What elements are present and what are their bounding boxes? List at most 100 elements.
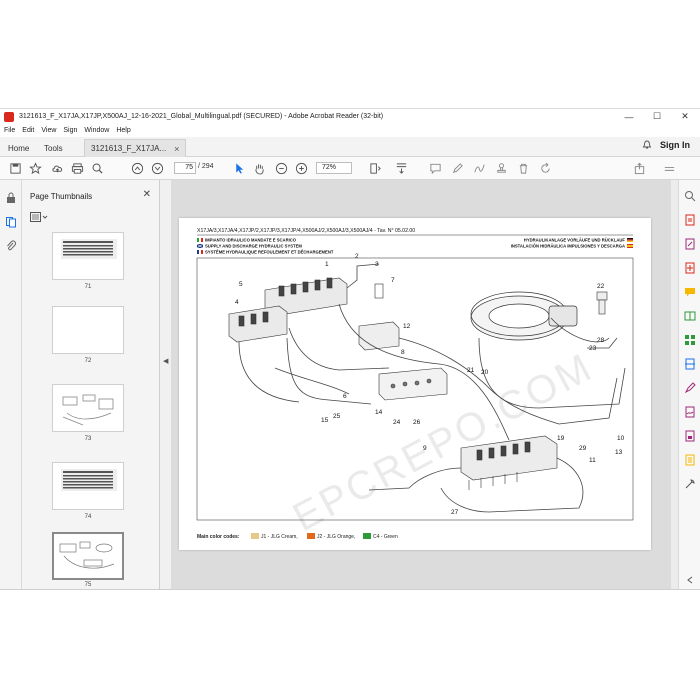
- sign-in-button[interactable]: Sign In: [660, 140, 690, 150]
- part-9: 9: [423, 445, 427, 452]
- thumbnail-options-icon[interactable]: [30, 212, 48, 223]
- send-for-signature-icon[interactable]: [684, 406, 696, 418]
- zoom-in-icon[interactable]: [294, 161, 308, 175]
- more-tools-icon[interactable]: [662, 161, 676, 175]
- close-panel-icon[interactable]: ✕: [143, 189, 151, 200]
- combine-files-icon[interactable]: [684, 310, 696, 322]
- thumbnail-page-72[interactable]: [52, 306, 124, 354]
- swatch-j1: [251, 533, 259, 539]
- hydraulic-diagram: EPCREPO.COM X17JA/3,X17JA/4,X17JP/2,X17J…: [196, 228, 634, 540]
- fill-sign-icon[interactable]: [684, 382, 696, 394]
- upload-cloud-icon[interactable]: [50, 161, 64, 175]
- previous-page-icon[interactable]: [130, 161, 144, 175]
- thumbnail-page-75[interactable]: [52, 532, 124, 580]
- part-24: 24: [393, 419, 401, 426]
- part-2: 2: [355, 253, 359, 260]
- title-italian: IMPIANTO IDRAULICO MANDATE E SCARICO: [205, 238, 297, 243]
- hand-tool-icon[interactable]: [252, 161, 266, 175]
- bookmark-star-icon[interactable]: [28, 161, 42, 175]
- more-tools-tool-icon[interactable]: [684, 478, 696, 490]
- document-scrollbar[interactable]: [671, 180, 678, 589]
- thumbnail-page-74[interactable]: [52, 462, 124, 510]
- close-window-button[interactable]: ✕: [672, 109, 698, 124]
- manifold-block: [378, 367, 448, 401]
- left-navigation-rail: [0, 180, 22, 589]
- title-french: SYSTÈME HYDRAULIQUE REFOULEMENT ET DÉCHA…: [205, 250, 334, 255]
- highlight-pen-icon[interactable]: [450, 161, 464, 175]
- scan-ocr-icon[interactable]: [684, 358, 696, 370]
- document-view[interactable]: EPCREPO.COM X17JA/3,X17JA/4,X17JP/2,X17J…: [171, 180, 671, 589]
- prepare-form-icon[interactable]: [684, 454, 696, 466]
- organize-pages-icon[interactable]: [684, 334, 696, 346]
- minimize-button[interactable]: —: [616, 109, 642, 124]
- center-manifold: [358, 283, 400, 351]
- part-28: 28: [597, 337, 605, 344]
- zoom-out-icon[interactable]: [274, 161, 288, 175]
- menu-file[interactable]: File: [4, 127, 15, 134]
- main-toolbar: 75 / 294 72%: [0, 157, 700, 180]
- thumbnail-label-72: 72: [84, 358, 92, 364]
- page-fit-icon[interactable]: [368, 161, 382, 175]
- title-bar: 3121613_F_X17JA,X17JP,X500AJ_12-16-2021_…: [0, 109, 700, 124]
- part-27: 27: [451, 509, 459, 516]
- comment-tool-icon[interactable]: [684, 286, 696, 298]
- draw-icon[interactable]: [472, 161, 486, 175]
- swatch-j2: [307, 533, 315, 539]
- tab-close-icon[interactable]: ×: [174, 144, 179, 154]
- attachment-icon[interactable]: [5, 240, 17, 252]
- right-tools-pane: [678, 180, 700, 589]
- part-22: 22: [597, 283, 605, 290]
- save-icon[interactable]: [8, 161, 22, 175]
- part-25: 25: [333, 413, 341, 420]
- control-valve-lower: [228, 305, 288, 343]
- title-spanish: INSTALACIÓN HIDRÁULICA IMPULSIONES Y DES…: [511, 244, 625, 249]
- page-thumbnails-panel: Page Thumbnails ✕ 71 72 73 74 75: [22, 180, 160, 589]
- comment-icon[interactable]: [428, 161, 442, 175]
- part-7: 7: [391, 277, 395, 284]
- menu-window[interactable]: Window: [84, 127, 109, 134]
- menu-help[interactable]: Help: [116, 127, 130, 134]
- select-cursor-icon[interactable]: [232, 161, 246, 175]
- tab-home-label: Home: [8, 143, 30, 153]
- tab-tools[interactable]: Tools: [38, 139, 69, 157]
- acrobat-app-icon: [4, 111, 14, 122]
- maximize-button[interactable]: ☐: [644, 109, 670, 124]
- color-codes-label: Main color codes:: [197, 534, 240, 540]
- color-code-j1: J1 - JLG Cream,: [261, 534, 298, 540]
- page-number-input[interactable]: 75: [174, 162, 196, 174]
- pdf-page: EPCREPO.COM X17JA/3,X17JA/4,X17JP/2,X17J…: [179, 218, 651, 550]
- page-total: / 294: [198, 163, 214, 170]
- part-3: 3: [375, 261, 379, 268]
- notification-bell-icon[interactable]: [642, 140, 652, 150]
- menu-view[interactable]: View: [41, 127, 56, 134]
- create-pdf-icon[interactable]: [684, 262, 696, 274]
- delete-icon[interactable]: [516, 161, 530, 175]
- collapse-panel-icon[interactable]: ◀: [163, 357, 168, 365]
- thumbnail-page-73[interactable]: [52, 384, 124, 432]
- acrobat-window: 3121613_F_X17JA,X17JP,X500AJ_12-16-2021_…: [0, 108, 700, 590]
- share-icon[interactable]: [632, 161, 646, 175]
- tab-home[interactable]: Home: [2, 139, 35, 157]
- thumbnail-page-71[interactable]: [52, 232, 124, 280]
- search-icon[interactable]: [90, 161, 104, 175]
- scroll-mode-icon[interactable]: [394, 161, 408, 175]
- lock-icon[interactable]: [5, 192, 17, 204]
- rotate-icon[interactable]: [538, 161, 552, 175]
- collapse-tools-icon[interactable]: [684, 574, 696, 586]
- menu-sign[interactable]: Sign: [63, 127, 77, 134]
- edit-pdf-icon[interactable]: [684, 238, 696, 250]
- zoom-level-select[interactable]: 72%: [316, 162, 352, 174]
- menu-edit[interactable]: Edit: [22, 127, 34, 134]
- tab-tools-label: Tools: [44, 143, 63, 153]
- stamp-icon[interactable]: [494, 161, 508, 175]
- part-8: 8: [401, 349, 405, 356]
- print-icon[interactable]: [70, 161, 84, 175]
- tab-document[interactable]: 3121613_F_X17JA... ×: [84, 139, 187, 157]
- next-page-icon[interactable]: [150, 161, 164, 175]
- part-5: 5: [239, 281, 243, 288]
- protect-icon[interactable]: [684, 430, 696, 442]
- export-pdf-icon[interactable]: [684, 214, 696, 226]
- page-thumbnails-icon[interactable]: [5, 216, 17, 228]
- thumbnail-label-73: 73: [84, 436, 92, 442]
- search-tool-icon[interactable]: [684, 190, 696, 202]
